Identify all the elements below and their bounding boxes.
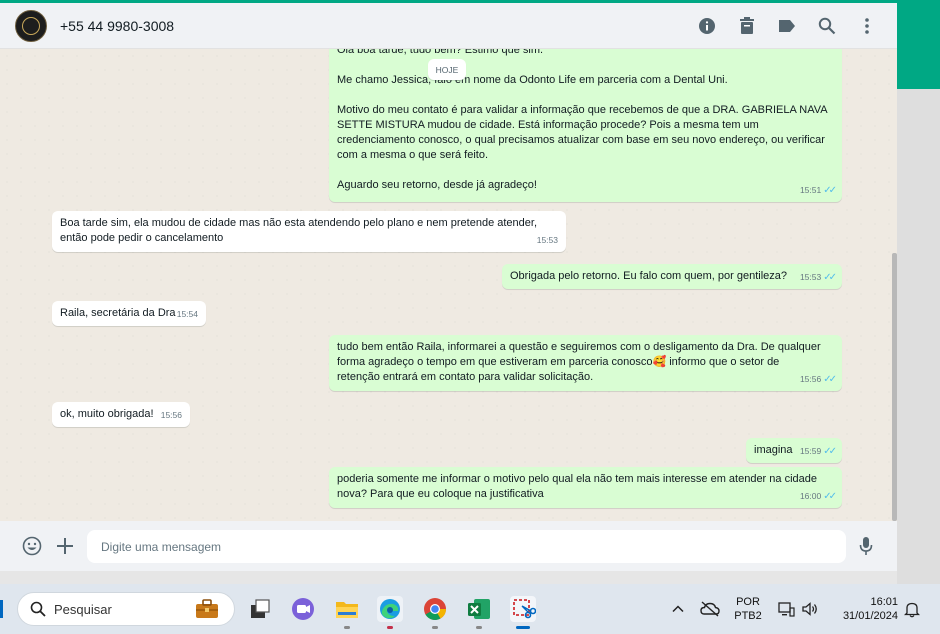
contact-name[interactable]: +55 44 9980-3008 — [60, 18, 174, 34]
message-time: 15:56 ✓✓ — [799, 374, 837, 385]
message-text: tudo bem então Raila, informarei a quest… — [337, 341, 821, 353]
excel-icon[interactable] — [466, 596, 492, 622]
snipping-tool-icon[interactable] — [510, 596, 537, 622]
app-running-indicator — [432, 626, 438, 629]
message-text: poderia somente me informar o motivo pel… — [337, 473, 817, 485]
message-input[interactable] — [87, 530, 846, 563]
read-ticks-icon: ✓✓ — [823, 491, 837, 502]
whatsapp-window: +55 44 9980-3008 Ola boa tarde, tudo bem… — [0, 3, 897, 571]
volume-icon[interactable] — [801, 600, 819, 618]
start-button-edge[interactable] — [0, 600, 3, 618]
message-text: Me chamo Jessica, falo em nome da Odonto… — [337, 74, 728, 86]
clock[interactable]: 16:01 31/01/2024 — [832, 595, 898, 623]
chat-scrollbar[interactable] — [892, 49, 897, 521]
message-bubble-outgoing[interactable]: imagina 15:59 ✓✓ — [746, 438, 842, 463]
chat-header: +55 44 9980-3008 — [0, 3, 897, 49]
message-text: com a mesma o que será feito. — [337, 149, 489, 161]
message-bubble-incoming[interactable]: Raila, secretária da Dra 15:54 — [52, 301, 206, 326]
message-time: 15:56 — [160, 410, 182, 420]
language-indicator[interactable]: POR PTB2 — [733, 595, 763, 623]
message-time: 15:54 — [176, 309, 198, 319]
message-text: forma agradeço o tempo em que estiveram … — [337, 356, 780, 368]
message-text: retenção entrará em contato para validar… — [337, 371, 594, 383]
background-accent-strip — [897, 0, 940, 89]
info-icon[interactable] — [697, 16, 717, 36]
file-explorer-icon[interactable] — [334, 596, 360, 622]
message-list[interactable]: Ola boa tarde, tudo bem? Estimo que sim.… — [0, 49, 897, 521]
message-text: credenciamento conosco, o qual precisamo… — [337, 134, 825, 146]
microphone-icon[interactable] — [859, 536, 877, 556]
briefcase-icon — [194, 599, 220, 619]
read-ticks-icon: ✓✓ — [823, 446, 837, 457]
scroll-thumb[interactable] — [892, 253, 897, 521]
date-chip: HOJE — [428, 59, 466, 80]
read-ticks-icon: ✓✓ — [823, 374, 837, 385]
message-text: Boa tarde sim, ela mudou de cidade mas n… — [60, 217, 538, 229]
message-bubble-outgoing[interactable]: poderia somente me informar o motivo pel… — [329, 467, 842, 508]
attach-plus-icon[interactable] — [55, 536, 75, 556]
message-bubble-incoming[interactable]: Boa tarde sim, ela mudou de cidade mas n… — [52, 211, 566, 252]
header-actions — [697, 3, 877, 49]
teams-icon[interactable] — [290, 596, 316, 622]
contact-avatar[interactable] — [15, 9, 47, 42]
edge-icon[interactable] — [377, 596, 403, 622]
search-icon — [30, 601, 46, 617]
chevron-up-icon[interactable] — [671, 602, 685, 616]
message-text: Motivo do meu contato é para validar a i… — [337, 104, 828, 116]
read-ticks-icon: ✓✓ — [823, 272, 837, 283]
menu-icon[interactable] — [857, 16, 877, 36]
message-text: Aguardo seu retorno, desde já agradeço! — [337, 179, 537, 191]
message-bubble-outgoing[interactable]: Ola boa tarde, tudo bem? Estimo que sim.… — [329, 49, 842, 202]
taskbar-search[interactable]: Pesquisar — [17, 592, 235, 626]
message-text: SETTE MISTURA mudou de cidade. Está info… — [337, 119, 759, 131]
app-running-indicator — [344, 626, 350, 629]
chrome-icon[interactable] — [422, 596, 448, 622]
message-bubble-outgoing[interactable]: Obrigada pelo retorno. Eu falo com quem,… — [502, 264, 842, 289]
network-icon[interactable] — [777, 600, 795, 618]
read-ticks-icon: ✓✓ — [823, 185, 837, 196]
delete-icon[interactable] — [737, 16, 757, 36]
message-time: 16:00 ✓✓ — [799, 491, 837, 502]
app-running-indicator — [387, 626, 393, 629]
cloud-offline-icon[interactable] — [700, 600, 720, 618]
task-view-icon[interactable] — [247, 596, 273, 622]
message-time: 15:51 ✓✓ — [799, 185, 837, 196]
message-text: nova? Para que eu coloque na justificati… — [337, 488, 544, 500]
message-time: 15:59 ✓✓ — [799, 446, 837, 457]
notification-bell-icon[interactable] — [903, 601, 921, 618]
message-bubble-incoming[interactable]: ok, muito obrigada! 15:56 — [52, 402, 190, 427]
message-bubble-outgoing[interactable]: tudo bem então Raila, informarei a quest… — [329, 335, 842, 391]
emoji-icon[interactable] — [22, 536, 42, 556]
app-active-indicator — [516, 626, 530, 629]
message-text: Obrigada pelo retorno. Eu falo com quem,… — [510, 270, 787, 282]
avatar-logo — [22, 16, 40, 35]
message-text: então pode pedir o cancelamento — [60, 232, 224, 244]
app-running-indicator — [476, 626, 482, 629]
message-text: Ola boa tarde, tudo bem? Estimo que sim. — [337, 49, 544, 56]
search-placeholder: Pesquisar — [54, 601, 112, 617]
search-icon[interactable] — [817, 16, 837, 36]
windows-taskbar: Pesquisar POR PTB2 16:01 31/01/2024 — [0, 584, 940, 634]
background-gray-area — [897, 89, 940, 584]
message-time: 15:53 ✓✓ — [799, 272, 837, 283]
label-icon[interactable] — [777, 16, 797, 36]
message-time: 15:53 — [536, 235, 558, 245]
message-composer — [0, 521, 897, 571]
